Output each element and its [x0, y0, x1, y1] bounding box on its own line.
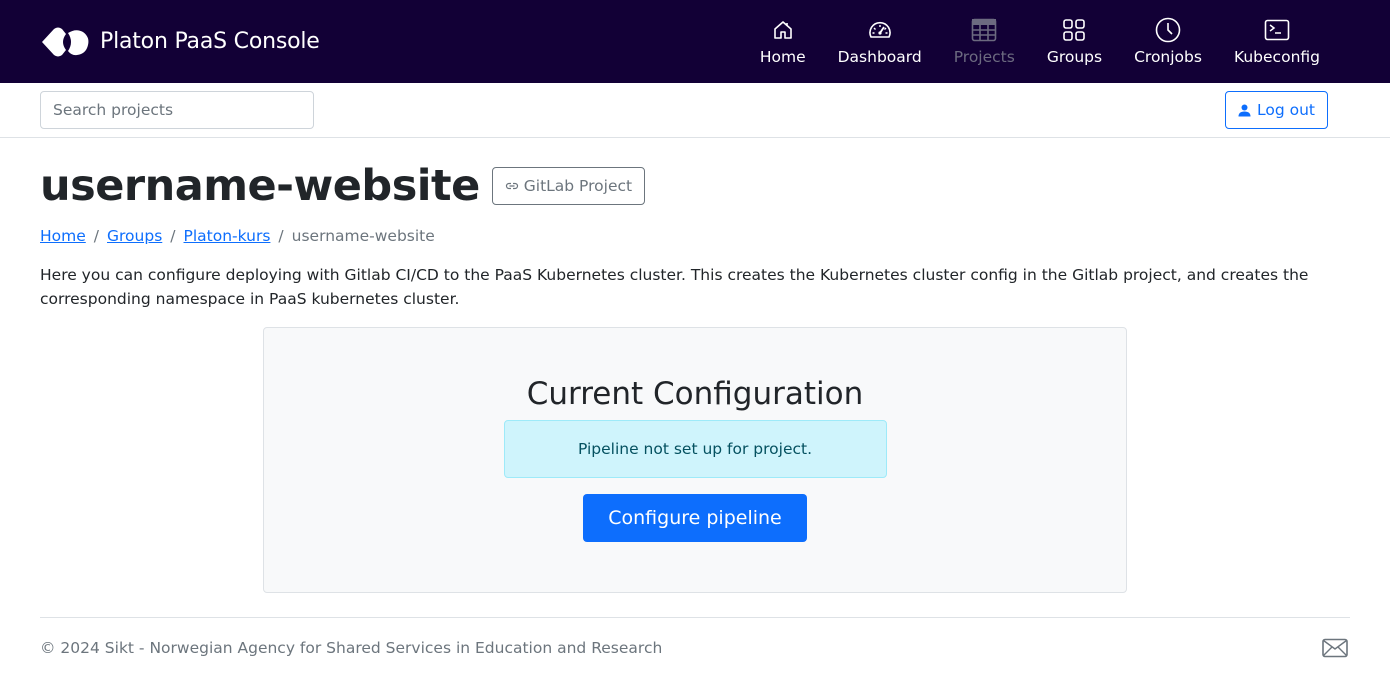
breadcrumb-current: username-website — [291, 227, 435, 245]
nav-label: Projects — [953, 48, 1015, 66]
footer: © 2024 Sikt - Norwegian Agency for Share… — [40, 617, 1350, 677]
nav-item-home[interactable]: Home — [744, 17, 822, 66]
breadcrumb-separator: / — [278, 227, 284, 245]
nav-label: Cronjobs — [1134, 48, 1202, 66]
nav-label: Home — [759, 48, 806, 66]
nav-label: Kubeconfig — [1233, 48, 1320, 66]
nav-item-cronjobs[interactable]: Cronjobs — [1118, 17, 1218, 66]
search-projects-input[interactable] — [40, 91, 314, 129]
mail-icon[interactable] — [1322, 638, 1348, 658]
top-navbar: Platon PaaS Console Home Dashboard Proje… — [0, 0, 1390, 83]
breadcrumb-platon-kurs[interactable]: Platon-kurs — [184, 227, 271, 245]
config-title: Current Configuration — [526, 376, 864, 412]
nav-item-groups[interactable]: Groups — [1031, 17, 1118, 66]
intro-text: Here you can configure deploying with Gi… — [40, 266, 1309, 308]
clock-icon — [1155, 17, 1181, 43]
platon-logo-icon — [42, 27, 89, 56]
breadcrumb-groups[interactable]: Groups — [107, 227, 162, 245]
link-icon — [505, 182, 518, 189]
breadcrumb-separator: / — [170, 227, 176, 245]
home-icon — [770, 17, 796, 43]
brand[interactable]: Platon PaaS Console — [40, 24, 320, 60]
breadcrumb: Home / Groups / Platon-kurs / username-w… — [40, 225, 1350, 247]
page-title: username-website — [40, 160, 480, 211]
logout-button[interactable]: Log out — [1225, 91, 1328, 129]
main-nav: Home Dashboard Projects Groups Cronjobs — [744, 0, 1336, 83]
gitlab-project-label: GitLab Project — [523, 176, 633, 195]
pipeline-status-alert: Pipeline not set up for project. — [503, 420, 887, 478]
main-content: username-website GitLab Project Home / G… — [0, 158, 1390, 593]
logout-label: Log out — [1257, 101, 1315, 119]
app-title: Platon PaaS Console — [100, 29, 320, 54]
person-icon — [1238, 104, 1251, 116]
copyright-text: © 2024 Sikt - Norwegian Agency for Share… — [40, 638, 663, 657]
nav-label: Groups — [1046, 48, 1103, 66]
nav-item-projects[interactable]: Projects — [938, 17, 1031, 66]
speedometer-icon — [867, 17, 893, 43]
current-configuration-card: Current Configuration Pipeline not set u… — [263, 327, 1127, 593]
grid-icon — [1061, 17, 1087, 43]
nav-item-kubeconfig[interactable]: Kubeconfig — [1218, 17, 1336, 66]
table-icon — [971, 17, 997, 43]
configure-pipeline-button[interactable]: Configure pipeline — [583, 494, 807, 542]
breadcrumb-home[interactable]: Home — [40, 227, 86, 245]
sub-toolbar: Log out — [0, 83, 1390, 138]
terminal-icon — [1264, 17, 1290, 43]
nav-label: Dashboard — [837, 48, 922, 66]
nav-item-dashboard[interactable]: Dashboard — [822, 17, 938, 66]
title-row: username-website GitLab Project — [40, 158, 1350, 213]
gitlab-project-button[interactable]: GitLab Project — [491, 166, 646, 205]
breadcrumb-separator: / — [93, 227, 100, 245]
